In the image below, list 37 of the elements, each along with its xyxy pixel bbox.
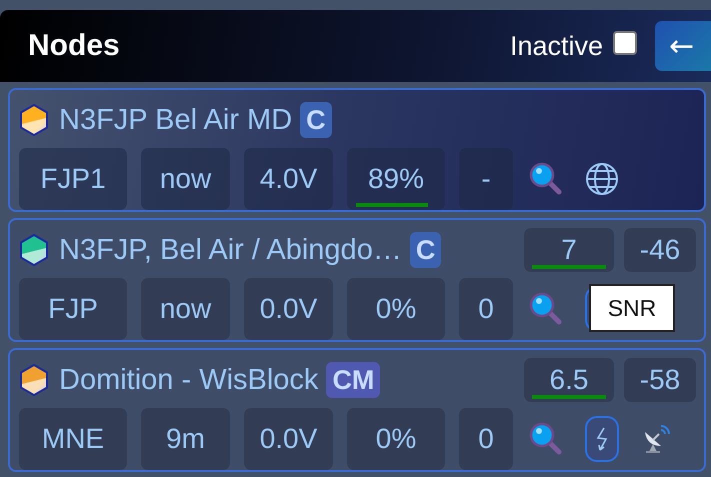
- battery-value: 0%: [347, 278, 445, 340]
- role-badge: C: [410, 232, 442, 268]
- node-name: Domition - WisBlock: [59, 364, 318, 396]
- short-name: MNE: [19, 408, 127, 470]
- rssi-value: -46: [624, 228, 696, 272]
- last-heard: now: [141, 278, 230, 340]
- last-heard: 9m: [141, 408, 230, 470]
- voltage-value: 4.0V: [244, 148, 333, 210]
- bolt-icon: [594, 426, 610, 452]
- short-name: FJP: [19, 278, 127, 340]
- hops-value: 0: [459, 408, 513, 470]
- short-name: FJP1: [19, 148, 127, 210]
- rssi-value: -58: [624, 358, 696, 402]
- hops-value: -: [459, 148, 513, 210]
- inactive-label: Inactive: [510, 30, 603, 62]
- tooltip: SNR: [589, 284, 675, 332]
- bolt-button[interactable]: [585, 416, 619, 462]
- role-badge: C: [300, 102, 332, 138]
- node-card[interactable]: Domition - WisBlock CM 6.5 -58 MNE 9m 0.0V 0% 0: [8, 348, 706, 472]
- battery-value: 0%: [347, 408, 445, 470]
- search-icon[interactable]: [529, 292, 563, 326]
- last-heard: now: [141, 148, 230, 210]
- search-icon[interactable]: [529, 422, 563, 456]
- node-name: N3FJP, Bel Air / Abingdo…: [59, 234, 402, 266]
- search-icon[interactable]: [529, 162, 563, 196]
- node-card[interactable]: N3FJP Bel Air MD C FJP1 now 4.0V 89% -: [8, 88, 706, 212]
- voltage-value: 0.0V: [244, 278, 333, 340]
- node-name: N3FJP Bel Air MD: [59, 104, 292, 136]
- page-title: Nodes: [28, 29, 121, 63]
- globe-icon[interactable]: [585, 162, 619, 196]
- snr-value: 6.5: [524, 358, 614, 402]
- voltage-value: 0.0V: [244, 408, 333, 470]
- back-button[interactable]: ←: [655, 21, 711, 71]
- hops-value: 0: [459, 278, 513, 340]
- role-badge: CM: [326, 362, 380, 398]
- snr-value: 7: [524, 228, 614, 272]
- battery-value: 89%: [347, 148, 445, 210]
